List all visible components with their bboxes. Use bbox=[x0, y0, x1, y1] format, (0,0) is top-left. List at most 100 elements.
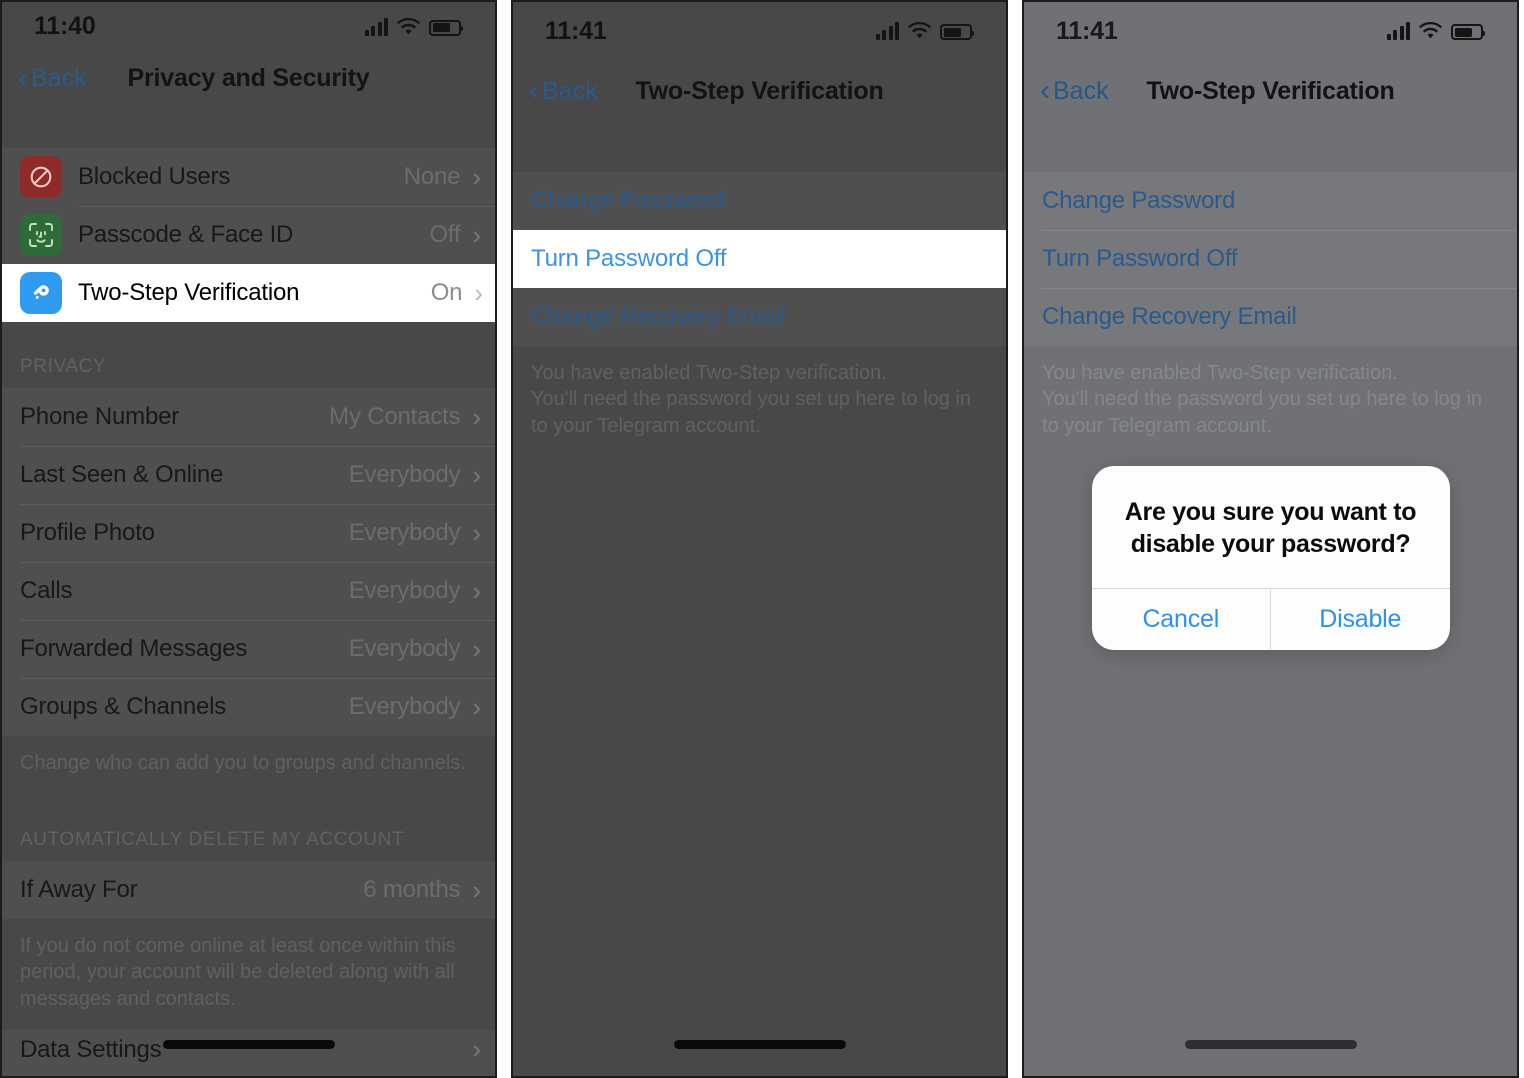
battery-icon bbox=[1451, 24, 1485, 40]
link-label: Change Recovery Email bbox=[1042, 303, 1297, 330]
link-label: Turn Password Off bbox=[1042, 245, 1238, 272]
link-label: Change Recovery Email bbox=[531, 303, 786, 330]
top-spacer bbox=[513, 122, 1006, 172]
row-label: Passcode & Face ID bbox=[78, 221, 294, 249]
link-label: Change Password bbox=[531, 187, 725, 214]
row-label: If Away For bbox=[20, 875, 138, 903]
two-step-footnote: You have enabled Two-Step verification. … bbox=[1042, 362, 1483, 437]
back-button[interactable]: ‹ Back bbox=[529, 74, 598, 108]
status-bar: 11:41 bbox=[513, 2, 1006, 60]
row-blocked-users[interactable]: Blocked Users None › bbox=[2, 148, 495, 206]
row-value: Everybody bbox=[348, 577, 461, 605]
row-value: 6 months bbox=[363, 875, 461, 903]
status-bar-icons bbox=[875, 22, 974, 40]
chevron-right-icon: › bbox=[472, 402, 481, 433]
row-change-recovery-email[interactable]: Change Recovery Email bbox=[513, 288, 1006, 346]
disable-password-alert: Are you sure you want to disable your pa… bbox=[1091, 466, 1450, 650]
chevron-left-icon: ‹ bbox=[1040, 74, 1050, 108]
row-turn-password-off[interactable]: Turn Password Off bbox=[513, 230, 1006, 288]
chevron-left-icon: ‹ bbox=[18, 61, 28, 95]
auto-delete-group: If Away For 6 months › bbox=[2, 860, 495, 919]
row-value: Off bbox=[429, 221, 461, 249]
row-two-step-verification[interactable]: Two-Step Verification On › bbox=[2, 264, 495, 323]
chevron-right-icon: › bbox=[472, 576, 481, 607]
home-indicator bbox=[1184, 1040, 1357, 1049]
screenshot-stage: 11:40 ‹ Back Privacy and Security Blocke… bbox=[0, 0, 1524, 1078]
status-bar-clock: 11:40 bbox=[34, 12, 96, 41]
privacy-section-header: PRIVACY bbox=[20, 356, 107, 378]
link-label: Change Password bbox=[1042, 187, 1236, 214]
row-change-password[interactable]: Change Password bbox=[1024, 172, 1517, 230]
phone-screen-privacy-and-security: 11:40 ‹ Back Privacy and Security Blocke… bbox=[0, 0, 497, 1078]
chevron-left-icon: ‹ bbox=[529, 74, 539, 108]
row-groups-channels[interactable]: Groups & Channels Everybody › bbox=[2, 678, 495, 736]
status-bar-icons bbox=[364, 17, 463, 36]
auto-delete-footnote: If you do not come online at least once … bbox=[20, 934, 456, 1010]
disable-button[interactable]: Disable bbox=[1270, 589, 1450, 650]
row-label: Forwarded Messages bbox=[20, 635, 248, 663]
back-button[interactable]: ‹ Back bbox=[1040, 74, 1109, 108]
chevron-right-icon: › bbox=[472, 692, 481, 723]
row-label: Profile Photo bbox=[20, 519, 155, 547]
back-button-label: Back bbox=[31, 64, 87, 93]
status-bar: 11:40 bbox=[2, 2, 495, 52]
row-label: Last Seen & Online bbox=[20, 461, 224, 489]
chevron-right-icon: › bbox=[472, 1034, 481, 1064]
row-value: My Contacts bbox=[329, 403, 461, 431]
row-if-away-for[interactable]: If Away For 6 months › bbox=[2, 861, 495, 919]
back-button-label: Back bbox=[1053, 76, 1109, 105]
two-step-footnote: You have enabled Two-Step verification. … bbox=[531, 362, 972, 437]
alert-actions: Cancel Disable bbox=[1091, 588, 1450, 650]
status-bar: 11:41 bbox=[1024, 2, 1517, 60]
row-data-settings[interactable]: Data Settings › bbox=[2, 1030, 495, 1076]
row-label: Blocked Users bbox=[78, 163, 231, 191]
cellular-signal-icon bbox=[1386, 22, 1410, 40]
two-step-actions-group: Change Password Turn Password Off Change… bbox=[1024, 172, 1517, 346]
back-button[interactable]: ‹ Back bbox=[18, 64, 87, 93]
row-last-seen-online[interactable]: Last Seen & Online Everybody › bbox=[2, 446, 495, 504]
phone-screen-disable-password-alert: 11:41 ‹ Back Two-Step Verification Chang… bbox=[1022, 0, 1519, 1078]
cancel-button[interactable]: Cancel bbox=[1092, 589, 1271, 650]
nav-bar: ‹ Back Privacy and Security bbox=[2, 52, 495, 105]
row-passcode-face-id[interactable]: Passcode & Face ID Off › bbox=[2, 206, 495, 264]
home-indicator bbox=[162, 1040, 335, 1049]
row-forwarded-messages[interactable]: Forwarded Messages Everybody › bbox=[2, 620, 495, 678]
two-step-actions-group: Change Password Turn Password Off Change… bbox=[513, 172, 1006, 346]
row-value: Everybody bbox=[348, 635, 461, 663]
row-profile-photo[interactable]: Profile Photo Everybody › bbox=[2, 504, 495, 562]
chevron-right-icon: › bbox=[472, 518, 481, 549]
nav-bar: ‹ Back Two-Step Verification bbox=[513, 60, 1006, 122]
battery-icon bbox=[940, 24, 974, 40]
list-filler bbox=[513, 457, 1006, 1076]
row-turn-password-off[interactable]: Turn Password Off bbox=[1024, 230, 1517, 288]
panel-gap-1 bbox=[497, 0, 511, 1078]
status-bar-clock: 11:41 bbox=[545, 16, 607, 45]
back-button-label: Back bbox=[542, 76, 598, 105]
chevron-right-icon: › bbox=[474, 278, 483, 309]
status-bar-clock: 11:41 bbox=[1056, 16, 1118, 45]
status-bar-icons bbox=[1386, 22, 1485, 40]
top-spacer bbox=[2, 105, 495, 148]
row-change-password[interactable]: Change Password bbox=[513, 172, 1006, 230]
row-label: Two-Step Verification bbox=[78, 279, 300, 307]
row-phone-number[interactable]: Phone Number My Contacts › bbox=[2, 388, 495, 446]
nav-bar: ‹ Back Two-Step Verification bbox=[1024, 60, 1517, 122]
key-icon bbox=[20, 272, 62, 315]
chevron-right-icon: › bbox=[472, 874, 481, 905]
privacy-footnote: Change who can add you to groups and cha… bbox=[20, 752, 466, 775]
chevron-right-icon: › bbox=[472, 460, 481, 491]
row-value: Everybody bbox=[348, 693, 461, 721]
row-value: On bbox=[430, 279, 463, 307]
row-value: Everybody bbox=[348, 461, 461, 489]
face-id-icon bbox=[20, 214, 62, 257]
row-value: None bbox=[403, 163, 461, 191]
row-calls[interactable]: Calls Everybody › bbox=[2, 562, 495, 620]
panel-gap-2 bbox=[1008, 0, 1022, 1078]
security-group: Blocked Users None › Passcode & Face ID bbox=[2, 148, 495, 323]
block-icon bbox=[20, 156, 62, 199]
row-change-recovery-email[interactable]: Change Recovery Email bbox=[1024, 288, 1517, 346]
alert-title: Are you sure you want to disable your pa… bbox=[1124, 498, 1417, 558]
privacy-group: Phone Number My Contacts › Last Seen & O… bbox=[2, 388, 495, 737]
wifi-icon bbox=[397, 17, 420, 36]
data-settings-group: Data Settings › bbox=[2, 1030, 495, 1076]
